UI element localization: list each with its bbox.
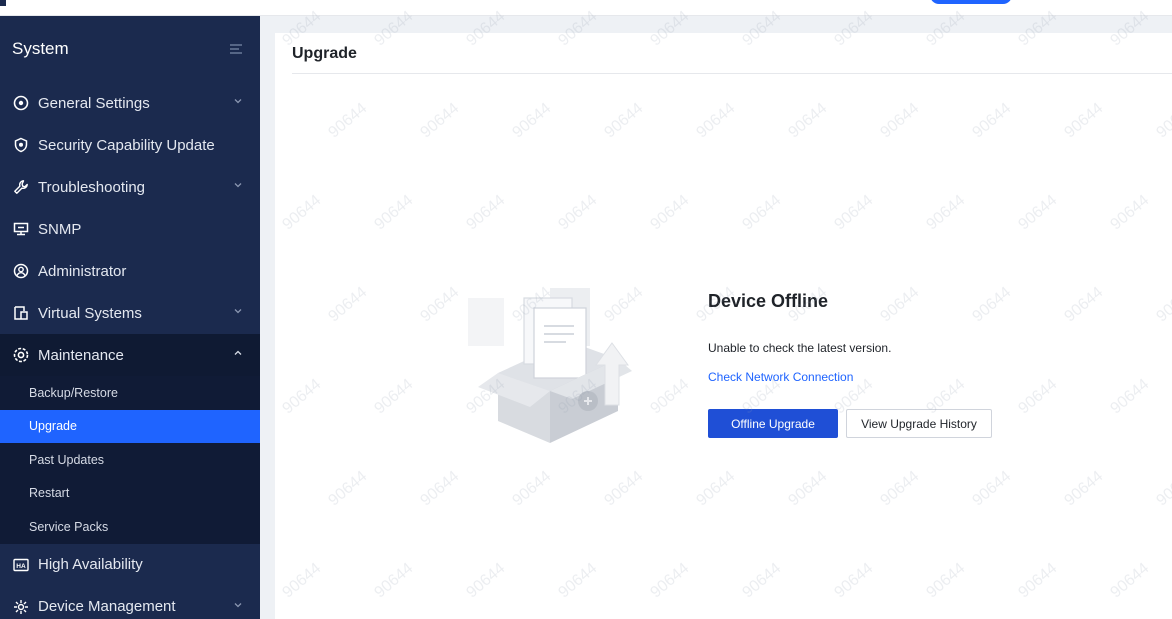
collapse-menu-icon[interactable] bbox=[230, 42, 242, 57]
sidebar-subitem-service-packs[interactable]: Service Packs bbox=[0, 510, 260, 544]
sidebar-item-label: SNMP bbox=[38, 220, 82, 238]
ha-icon: HA bbox=[12, 556, 30, 574]
sidebar-item-security-capability-update[interactable]: Security Capability Update bbox=[0, 124, 260, 166]
sidebar-item-virtual-systems[interactable]: Virtual Systems bbox=[0, 292, 260, 334]
sidebar-item-snmp[interactable]: SNMP bbox=[0, 208, 260, 250]
logo bbox=[0, 0, 6, 6]
sidebar-item-label: Device Management bbox=[38, 598, 176, 615]
title-divider bbox=[292, 73, 1172, 74]
user-icon bbox=[12, 262, 30, 280]
sidebar-item-label: Virtual Systems bbox=[38, 304, 142, 322]
sidebar-title: System bbox=[12, 39, 69, 58]
maintenance-icon bbox=[12, 346, 30, 364]
shield-icon bbox=[12, 136, 30, 154]
sidebar-item-label: Troubleshooting bbox=[38, 178, 146, 196]
sidebar-item-device-management[interactable]: Device Management bbox=[0, 586, 260, 619]
virtual-icon bbox=[12, 304, 30, 322]
top-bar bbox=[0, 0, 1172, 16]
device-management-icon bbox=[12, 598, 30, 616]
chevron-down-icon bbox=[234, 183, 242, 188]
sidebar-subitem-restart[interactable]: Restart bbox=[0, 477, 260, 511]
check-network-link[interactable]: Check Network Connection bbox=[708, 370, 853, 384]
sidebar-item-label: High Availability bbox=[38, 556, 143, 573]
offline-box-illustration bbox=[468, 288, 632, 443]
sidebar-item-label: Administrator bbox=[38, 262, 127, 280]
sidebar-item-label: Security Capability Update bbox=[38, 136, 215, 154]
sidebar-header: System bbox=[0, 16, 260, 82]
chevron-up-icon bbox=[234, 350, 242, 355]
sidebar-subitem-upgrade[interactable]: Upgrade bbox=[0, 409, 260, 443]
chevron-down-icon bbox=[234, 309, 242, 314]
chevron-down-icon bbox=[234, 602, 242, 607]
status-title: Device Offline bbox=[708, 291, 829, 311]
sidebar-subitem-backup-restore[interactable]: Backup/Restore bbox=[0, 376, 260, 410]
wrench-icon bbox=[12, 178, 30, 196]
top-action-button[interactable] bbox=[930, 0, 1012, 4]
maintenance-submenu: Backup/Restore Upgrade Past Updates Rest… bbox=[0, 376, 260, 544]
sidebar-item-high-availability[interactable]: HA High Availability bbox=[0, 544, 260, 586]
sidebar: System General Settings Security Capabil… bbox=[0, 16, 260, 619]
chevron-down-icon bbox=[234, 99, 242, 104]
svg-text:HA: HA bbox=[16, 563, 26, 570]
offline-upgrade-button[interactable]: Offline Upgrade bbox=[708, 409, 838, 438]
view-upgrade-history-button[interactable]: View Upgrade History bbox=[846, 409, 992, 438]
sidebar-item-troubleshooting[interactable]: Troubleshooting bbox=[0, 166, 260, 208]
gear-circle-icon bbox=[12, 94, 30, 112]
status-message: Unable to check the latest version. bbox=[708, 341, 892, 355]
page-title: Upgrade bbox=[292, 45, 357, 62]
sidebar-item-label: Maintenance bbox=[38, 346, 124, 364]
sidebar-item-label: General Settings bbox=[38, 94, 150, 112]
sidebar-item-administrator[interactable]: Administrator bbox=[0, 250, 260, 292]
sidebar-item-general-settings[interactable]: General Settings bbox=[0, 82, 260, 124]
network-icon bbox=[12, 220, 30, 238]
main-content: Upgrade Device Offline Unable to check t… bbox=[275, 33, 1172, 619]
sidebar-item-maintenance[interactable]: Maintenance bbox=[0, 334, 260, 376]
sidebar-subitem-past-updates[interactable]: Past Updates bbox=[0, 443, 260, 477]
